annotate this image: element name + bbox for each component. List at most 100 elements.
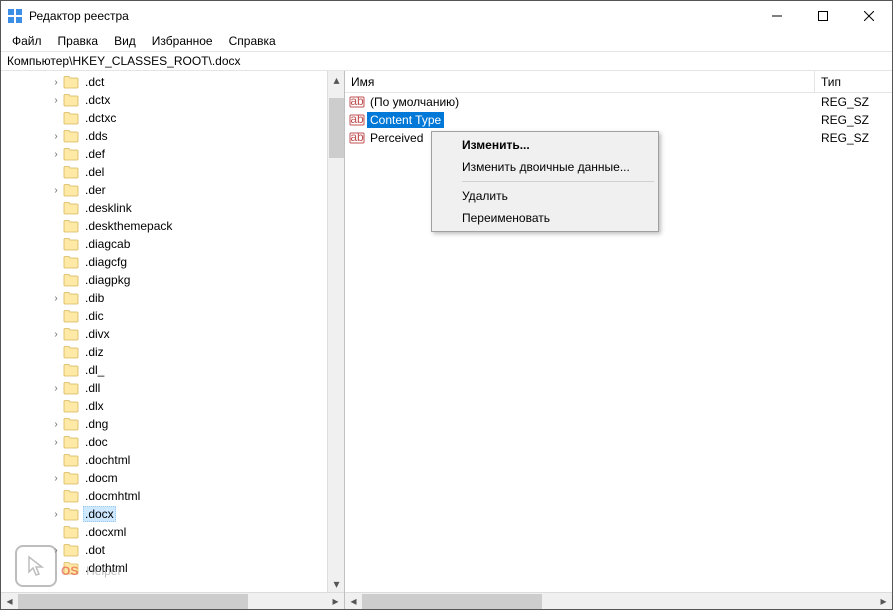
maximize-icon [818,11,828,21]
ctx-modify-binary[interactable]: Изменить двоичные данные... [434,156,656,178]
titlebar: Редактор реестра [1,1,892,31]
tree-item[interactable]: › .dng [1,415,327,433]
chevron-right-icon[interactable]: › [49,75,63,89]
tree-item-label: .dothtml [83,561,130,575]
tree-item-label: .dng [83,417,110,431]
hscroll-track[interactable] [362,593,875,610]
tree-item[interactable]: ›.dds [1,127,327,145]
tree-item[interactable]: .docmhtml [1,487,327,505]
column-header-type[interactable]: Тип [815,71,892,92]
scroll-up-icon[interactable]: ▴ [328,71,345,88]
menubar: Файл Правка Вид Избранное Справка [1,31,892,51]
menu-help[interactable]: Справка [222,32,283,50]
value-name-label: (По умолчанию) [367,94,462,110]
tree-item[interactable]: .diagcab [1,235,327,253]
registry-tree[interactable]: ›.dct›.dctx .dctxc ›.dds›.def.del›.der .des… [1,71,327,579]
tree-item-label: .dctxc [83,111,118,125]
tree-scroll: ›.dct›.dctx .dctxc ›.dds›.def.del›.der .des… [1,71,327,592]
tree-item[interactable]: .dlx [1,397,327,415]
hscroll-thumb[interactable] [362,594,542,609]
tree-item[interactable]: ›.dib [1,289,327,307]
tree-item[interactable]: › .docm [1,469,327,487]
column-header-name[interactable]: Имя [345,71,815,92]
tree-item-label: .docxml [83,525,128,539]
tree-item[interactable]: ›.dct [1,73,327,91]
tree-item[interactable]: ›.dot [1,541,327,559]
menu-edit[interactable]: Правка [51,32,106,50]
hscroll-track[interactable] [18,593,327,610]
chevron-right-icon[interactable]: › [49,291,63,305]
chevron-right-icon[interactable]: › [49,435,63,449]
scroll-left-icon[interactable]: ◂ [1,593,18,610]
tree-item[interactable]: ›.dctx [1,91,327,109]
list-header: Имя Тип [345,71,892,93]
maximize-button[interactable] [800,1,846,31]
tree-item[interactable]: ›.doc [1,433,327,451]
expander-none [49,363,63,377]
expander-none [49,309,63,323]
chevron-right-icon[interactable]: › [49,147,63,161]
tree-item[interactable]: .deskthemepack [1,217,327,235]
expander-none [49,237,63,251]
tree-item[interactable]: .docxml [1,523,327,541]
expander-none [49,489,63,503]
tree-item[interactable]: .dic [1,307,327,325]
address-bar[interactable]: Компьютер\HKEY_CLASSES_ROOT\.docx [1,51,892,71]
tree-item[interactable]: .diz [1,343,327,361]
tree-item[interactable]: ›.der [1,181,327,199]
scroll-left-icon[interactable]: ◂ [345,593,362,610]
tree-item[interactable]: ›.dll [1,379,327,397]
chevron-right-icon[interactable]: › [49,507,63,521]
vscroll-thumb[interactable] [329,98,344,158]
menu-view[interactable]: Вид [107,32,143,50]
tree-item[interactable]: ›.docx [1,505,327,523]
expander-none [49,111,63,125]
value-name-cell: ab(По умолчанию) [345,94,815,110]
svg-text:ab: ab [350,130,364,144]
chevron-right-icon[interactable]: › [49,417,63,431]
scroll-down-icon[interactable]: ▾ [328,575,345,592]
menu-favorites[interactable]: Избранное [145,32,220,50]
hscroll-thumb[interactable] [18,594,248,609]
scroll-right-icon[interactable]: ▸ [327,593,344,610]
svg-text:ab: ab [350,112,364,126]
tree-hscrollbar[interactable]: ◂ ▸ [1,592,344,609]
minimize-button[interactable] [754,1,800,31]
window-controls [754,1,892,31]
ctx-rename[interactable]: Переименовать [434,207,656,229]
tree-item[interactable]: .desklink [1,199,327,217]
chevron-right-icon[interactable]: › [49,129,63,143]
tree-item-label: .dic [83,309,106,323]
vscroll-track[interactable] [328,88,344,575]
tree-vscrollbar[interactable]: ▴ ▾ [327,71,344,592]
ctx-modify[interactable]: Изменить... [434,134,656,156]
list-row[interactable]: ab(По умолчанию)REG_SZ [345,93,892,111]
tree-item[interactable]: .dl_ [1,361,327,379]
tree-item[interactable]: .diagpkg [1,271,327,289]
ctx-separator [462,181,654,182]
list-hscrollbar[interactable]: ◂ ▸ [345,592,892,609]
tree-item-label: .diagcfg [83,255,129,269]
ctx-delete[interactable]: Удалить [434,185,656,207]
chevron-right-icon[interactable]: › [49,543,63,557]
list-row[interactable]: abContent TypeREG_SZ [345,111,892,129]
tree-item-label: .docm [83,471,120,485]
chevron-right-icon[interactable]: › [49,327,63,341]
tree-item-label: .desklink [83,201,134,215]
tree-item[interactable]: ›.def [1,145,327,163]
tree-item[interactable]: .dothtml [1,559,327,577]
scroll-right-icon[interactable]: ▸ [875,593,892,610]
tree-item[interactable]: ›.divx [1,325,327,343]
close-button[interactable] [846,1,892,31]
tree-item[interactable]: .del [1,163,327,181]
chevron-right-icon[interactable]: › [49,93,63,107]
chevron-right-icon[interactable]: › [49,381,63,395]
chevron-right-icon[interactable]: › [49,471,63,485]
menu-file[interactable]: Файл [5,32,49,50]
expander-none [49,561,63,575]
tree-item[interactable]: .diagcfg [1,253,327,271]
tree-item[interactable]: .dochtml [1,451,327,469]
window-title: Редактор реестра [29,9,129,23]
chevron-right-icon[interactable]: › [49,183,63,197]
tree-item[interactable]: .dctxc [1,109,327,127]
